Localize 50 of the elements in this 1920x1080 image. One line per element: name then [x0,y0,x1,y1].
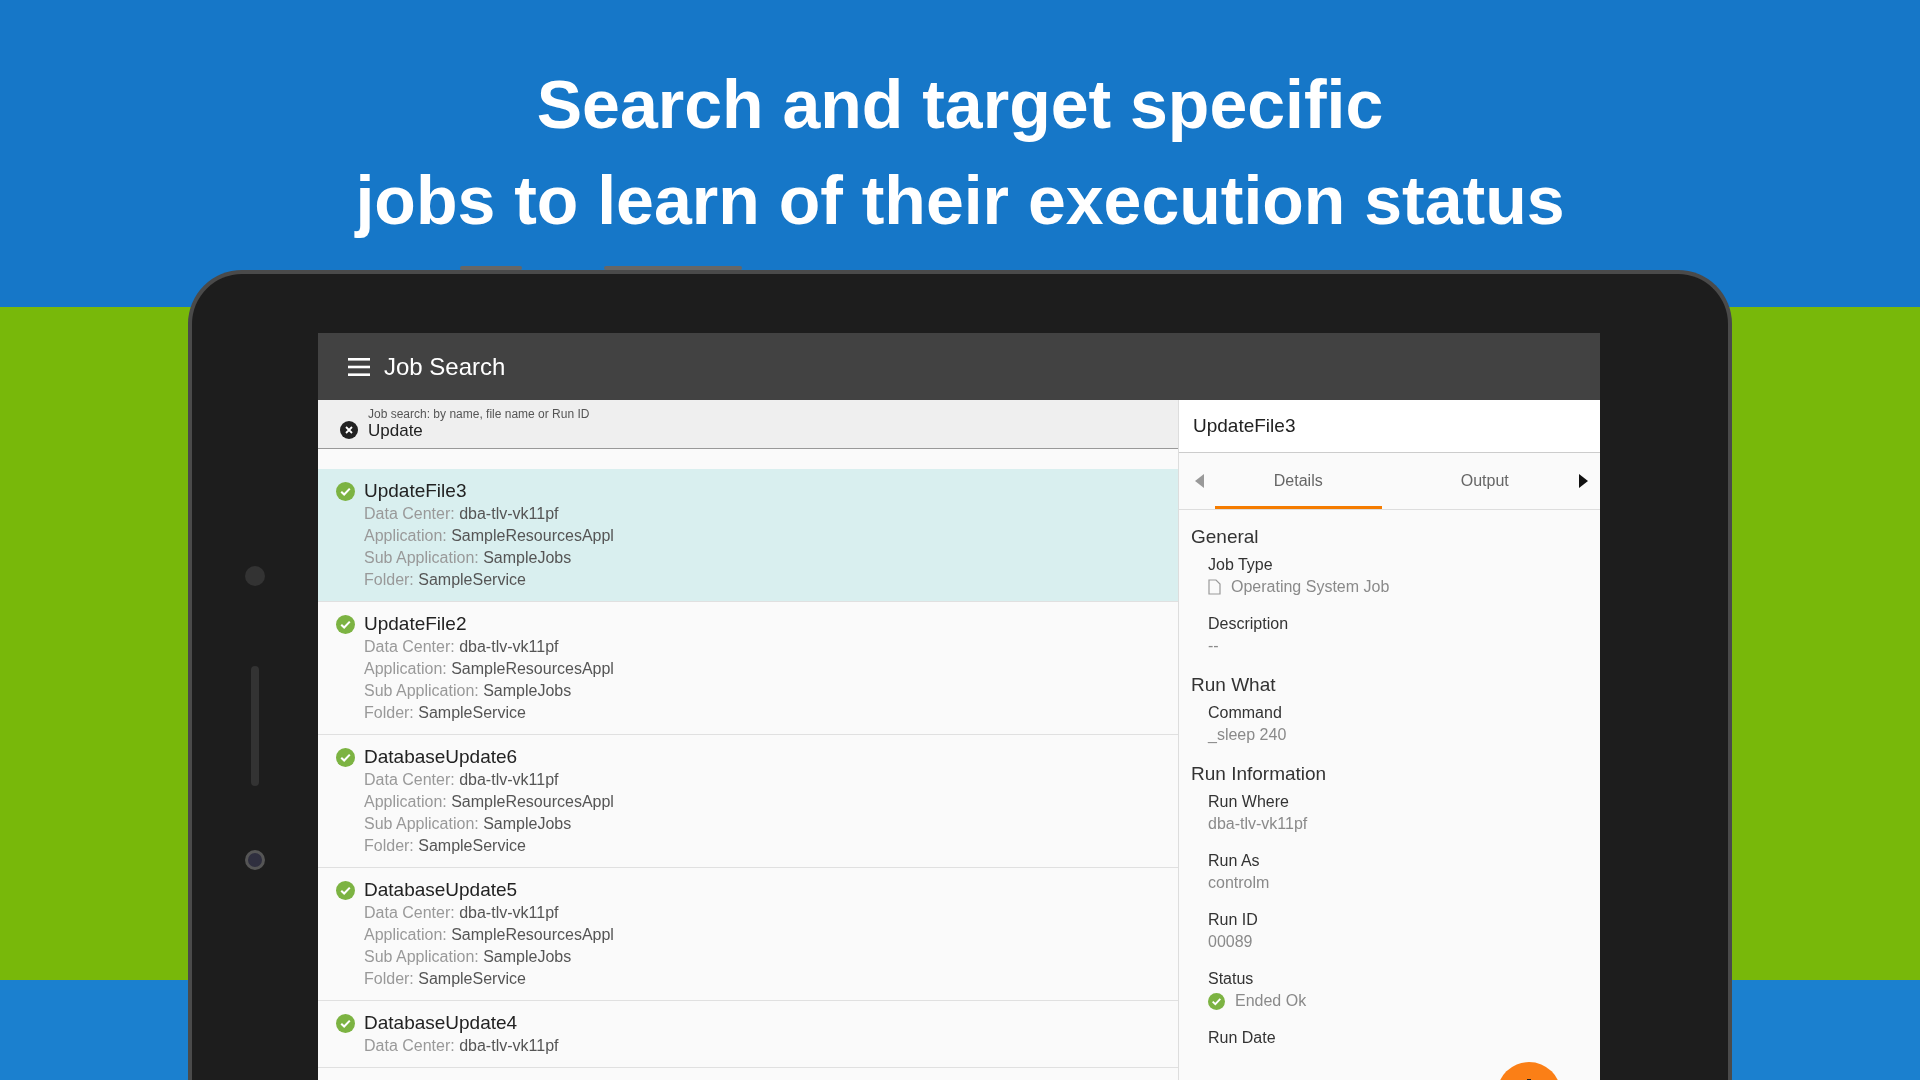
field-label: Run As [1208,851,1261,871]
job-detail: Application: SampleResourcesAppl [363,659,615,679]
job-name: UpdateFile3 [364,480,467,502]
search-label: Job search: by name, file name or Run ID [368,407,590,421]
app-title: Job Search [384,352,506,381]
section-heading: Run Information [1191,762,1328,786]
field-label: Run ID [1208,910,1259,930]
field-value: _sleep 240 [1208,725,1287,745]
headline: Search and target specific [536,65,1384,144]
job-name: DatabaseUpdate6 [364,746,518,768]
field-label: Run Where [1208,792,1290,812]
section-heading: Run What [1191,673,1277,697]
job-detail: Application: SampleResourcesAppl [363,925,615,945]
field-value: controlm [1208,873,1270,893]
job-detail: Sub Application: SampleJobs [363,548,573,568]
field-label: Run Date [1208,1028,1277,1048]
field-value: Operating System Job [1231,577,1390,597]
job-detail: Data Center: dba-tlv-vk11pf [363,903,560,923]
job-detail: Folder: SampleService [363,703,527,723]
field-label: Description [1208,614,1290,634]
job-detail: Folder: SampleService [363,969,527,989]
search-field[interactable]: Job search: by name, file name or Run ID Update [318,400,1178,449]
field-label: Job Type [1208,555,1274,575]
field-label: Status [1208,969,1255,989]
tab[interactable]: Output [1401,453,1568,509]
job-detail: Data Center: dba-tlv-vk11pf [363,504,560,524]
job-name: UpdateFile2 [364,613,467,635]
job-name: DatabaseUpdate4 [364,1012,518,1034]
job-detail: Folder: SampleService [363,836,527,856]
job-item[interactable]: UpdateFile3 Data Center: dba-tlv-vk11pf Application: SampleResourcesAppl Sub Application: SampleJobs Folder: SampleService [318,469,1178,602]
job-detail: Sub Application: SampleJobs [363,681,573,701]
headline: jobs to learn of their execution status [355,161,1565,240]
search-value: Update [368,421,424,441]
job-detail: Data Center: dba-tlv-vk11pf [363,1036,560,1056]
tab[interactable]: Details [1215,453,1382,509]
job-name: DatabaseUpdate5 [364,879,518,901]
job-detail: Application: SampleResourcesAppl [363,792,615,812]
field-value: Ended Ok [1235,991,1307,1011]
section-heading: General [1191,525,1260,549]
job-detail: Data Center: dba-tlv-vk11pf [363,770,560,790]
job-detail: Application: SampleResourcesAppl [363,526,615,546]
field-value: 00089 [1208,932,1253,952]
field-label: Command [1208,703,1283,723]
job-detail: Sub Application: SampleJobs [363,947,573,967]
field-value: dba-tlv-vk11pf [1208,814,1308,834]
job-detail: Data Center: dba-tlv-vk11pf [363,637,560,657]
detail-title: UpdateFile3 [1179,400,1600,453]
job-detail: Folder: SampleService [363,570,527,590]
field-value: -- [1208,636,1219,656]
job-detail: Sub Application: SampleJobs [363,814,573,834]
